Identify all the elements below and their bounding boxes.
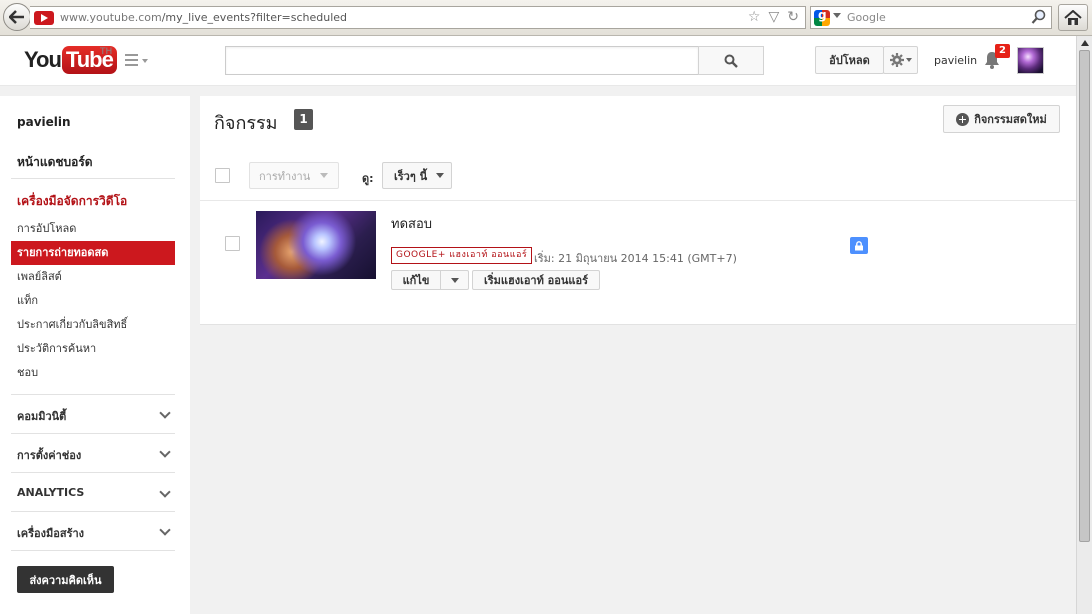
magnifier-icon[interactable] (1031, 9, 1047, 25)
sidebar-item-live-events[interactable]: รายการถ่ายทอดสด (11, 241, 175, 265)
sidebar-channel-name[interactable]: pavielin (17, 115, 71, 129)
hangout-on-air-badge: GOOGLE+ แฮงเอาท์ ออนแอร์ (391, 247, 533, 264)
home-icon (1064, 9, 1082, 25)
event-title[interactable]: ทดสอบ (391, 213, 432, 234)
search-input[interactable] (225, 46, 698, 75)
divider (11, 511, 175, 512)
divider (11, 394, 175, 395)
sort-label: ดู: (362, 172, 374, 185)
sidebar-item-uploads[interactable]: การอัปโหลด (11, 217, 175, 241)
sidebar-item-copyright-notices[interactable]: ประกาศเกี่ยวกับลิขสิทธิ์ (11, 313, 175, 337)
upload-button[interactable]: อัปโหลด (815, 46, 884, 74)
address-bar[interactable]: www.youtube.com/my_live_events?filter=sc… (30, 6, 806, 29)
sidebar-section-video-manager[interactable]: เครื่องมือจัดการวิดีโอ (17, 192, 127, 211)
sidebar-section-label: ANALYTICS (17, 486, 85, 499)
event-count-badge: 1 (294, 109, 313, 130)
sidebar-section-create[interactable]: เครื่องมือสร้าง (17, 524, 171, 542)
browser-toolbar: www.youtube.com/my_live_events?filter=sc… (0, 0, 1092, 36)
sidebar-section-community[interactable]: คอมมิวนิตี้ (17, 407, 171, 425)
menu-line (125, 64, 138, 66)
account-username[interactable]: pavielin (934, 54, 977, 67)
divider (11, 178, 175, 179)
notification-count-badge[interactable]: 2 (995, 44, 1010, 58)
google-engine-icon[interactable] (814, 8, 830, 26)
chevron-down-icon (320, 173, 329, 178)
new-live-event-label: กิจกรรมสดใหม่ (974, 113, 1047, 126)
menu-line (125, 59, 138, 61)
sidebar-section-label: เครื่องมือสร้าง (17, 527, 85, 540)
edit-button[interactable]: แก้ไข (391, 270, 441, 290)
youtube-favicon-icon (34, 11, 54, 25)
url-text: www.youtube.com/my_live_events?filter=sc… (60, 11, 348, 24)
divider (11, 472, 175, 473)
creator-sidebar: pavielin หน้าแดชบอร์ด เครื่องมือจัดการวิ… (0, 96, 190, 614)
divider (11, 550, 175, 551)
live-events-panel: กิจกรรม 1 กิจกรรมสดใหม่ การทำงาน ดู: เร็… (200, 96, 1076, 325)
home-button[interactable] (1058, 4, 1088, 31)
event-start-time: เริ่ม: 21 มิถุนายน 2014 15:41 (GMT+7) (534, 252, 737, 265)
bookmark-star-icon[interactable]: ☆ (748, 10, 761, 24)
search-icon (724, 54, 738, 68)
new-live-event-button[interactable]: กิจกรรมสดใหม่ (943, 105, 1060, 133)
divider (11, 433, 175, 434)
sidebar-item-search-history[interactable]: ประวัติการค้นหา (11, 337, 175, 361)
menu-line (125, 54, 138, 56)
sidebar-item-likes[interactable]: ชอบ (11, 361, 175, 385)
page-scrollbar[interactable] (1076, 36, 1092, 614)
sidebar-item-playlists[interactable]: เพลย์ลิสต์ (11, 265, 175, 289)
sidebar-section-channel-settings[interactable]: การตั้งค่าช่อง (17, 446, 171, 464)
reload-icon[interactable]: ↻ (787, 10, 799, 24)
masthead: You Tube TH อัปโหลด pavielin 2 (0, 36, 1076, 86)
sidebar-item-tags[interactable]: แท็ก (11, 289, 175, 313)
gear-icon (889, 53, 904, 67)
sidebar-item-dashboard[interactable]: หน้าแดชบอร์ด (17, 153, 93, 172)
select-all-checkbox[interactable] (215, 168, 230, 183)
sidebar-section-analytics[interactable]: ANALYTICS (17, 486, 171, 499)
sort-value: เร็วๆ นี้ (394, 169, 428, 183)
sidebar-section-label: การตั้งค่าช่อง (17, 449, 82, 462)
lock-icon (855, 240, 863, 250)
page-title: กิจกรรม (214, 113, 278, 134)
back-arrow-icon (9, 10, 24, 24)
edit-options-button[interactable] (440, 270, 469, 290)
private-lock-icon[interactable] (850, 237, 868, 254)
divider (200, 200, 1076, 201)
guide-menu-button[interactable] (125, 54, 151, 68)
event-row-checkbox[interactable] (225, 236, 240, 251)
plus-circle-icon (956, 112, 970, 126)
chevron-down-icon (159, 524, 171, 536)
chevron-down-icon (159, 407, 171, 419)
chevron-down-icon (159, 446, 171, 458)
chevron-down-icon (905, 58, 912, 62)
browser-search-placeholder: Google (847, 11, 886, 24)
chevron-down-icon (450, 277, 459, 283)
browser-search-box[interactable]: Google (810, 6, 1052, 29)
search-button[interactable] (698, 46, 764, 75)
scroll-up-arrow-icon[interactable] (1081, 40, 1089, 46)
event-thumbnail[interactable] (256, 211, 376, 279)
url-actions: ☆ ▽ ↻ (748, 10, 799, 24)
back-button[interactable] (3, 3, 31, 31)
sidebar-section-label: คอมมิวนิตี้ (17, 410, 67, 423)
chevron-down-icon (142, 59, 148, 63)
history-dropdown-icon[interactable]: ▽ (768, 10, 779, 24)
country-code: TH (100, 47, 113, 57)
settings-button[interactable] (883, 46, 918, 74)
engine-dropdown-icon[interactable] (833, 13, 841, 18)
sort-dropdown[interactable]: เร็วๆ นี้ (382, 162, 452, 189)
actions-dropdown[interactable]: การทำงาน (249, 162, 339, 189)
avatar[interactable] (1017, 47, 1044, 74)
chevron-down-icon (436, 173, 445, 178)
actions-label: การทำงาน (259, 169, 311, 183)
chevron-down-icon (159, 486, 171, 498)
scroll-thumb[interactable] (1079, 50, 1090, 542)
start-hangout-button[interactable]: เริ่มแฮงเอาท์ ออนแอร์ (472, 270, 600, 290)
send-feedback-button[interactable]: ส่งความคิดเห็น (17, 566, 114, 593)
